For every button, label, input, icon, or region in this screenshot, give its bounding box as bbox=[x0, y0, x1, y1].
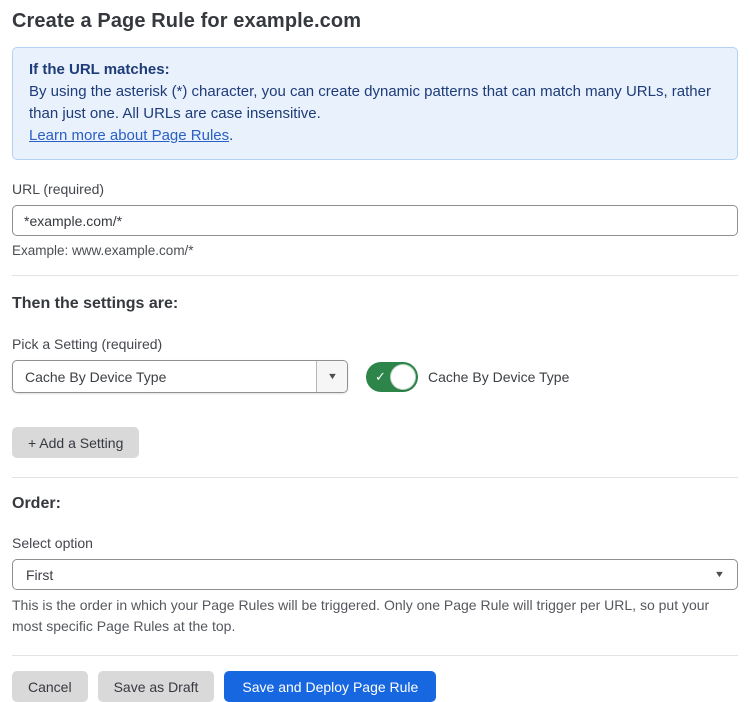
callout-link-line: Learn more about Page Rules. bbox=[29, 125, 721, 147]
order-select-label: Select option bbox=[12, 535, 738, 552]
setting-select-value: Cache By Device Type bbox=[13, 361, 316, 392]
footer-actions: Cancel Save as Draft Save and Deploy Pag… bbox=[12, 671, 738, 702]
save-and-deploy-button[interactable]: Save and Deploy Page Rule bbox=[224, 671, 436, 702]
page-title: Create a Page Rule for example.com bbox=[12, 8, 738, 34]
toggle-knob bbox=[390, 364, 416, 390]
order-select[interactable]: First ▼ bbox=[12, 559, 738, 590]
order-help-text: This is the order in which your Page Rul… bbox=[12, 595, 728, 637]
url-field-label: URL (required) bbox=[12, 181, 738, 198]
save-as-draft-button[interactable]: Save as Draft bbox=[98, 671, 215, 702]
learn-more-link[interactable]: Learn more about Page Rules bbox=[29, 127, 229, 144]
callout-heading: If the URL matches: bbox=[29, 59, 721, 81]
setting-select[interactable]: Cache By Device Type ▼ bbox=[12, 360, 348, 393]
add-setting-button[interactable]: + Add a Setting bbox=[12, 427, 139, 458]
callout-body: By using the asterisk (*) character, you… bbox=[29, 81, 721, 125]
order-section-heading: Order: bbox=[12, 494, 738, 513]
callout-link-suffix: . bbox=[229, 127, 233, 144]
chevron-down-icon: ▼ bbox=[714, 570, 725, 579]
url-input[interactable] bbox=[12, 205, 738, 236]
cancel-button[interactable]: Cancel bbox=[12, 671, 88, 702]
url-matches-callout: If the URL matches: By using the asteris… bbox=[12, 47, 738, 160]
setting-select-arrow-button[interactable]: ▼ bbox=[316, 361, 347, 392]
check-icon: ✓ bbox=[375, 369, 386, 385]
setting-toggle-group: ✓ Cache By Device Type bbox=[366, 362, 569, 392]
toggle-label: Cache By Device Type bbox=[428, 369, 569, 385]
cache-by-device-type-toggle[interactable]: ✓ bbox=[366, 362, 418, 392]
divider bbox=[12, 655, 738, 656]
settings-section-heading: Then the settings are: bbox=[12, 294, 738, 313]
order-select-value: First bbox=[26, 567, 715, 583]
url-example-hint: Example: www.example.com/* bbox=[12, 243, 738, 258]
setting-picker-label: Pick a Setting (required) bbox=[12, 336, 738, 353]
chevron-down-icon: ▼ bbox=[326, 372, 337, 381]
setting-row: Cache By Device Type ▼ ✓ Cache By Device… bbox=[12, 360, 738, 393]
divider bbox=[12, 275, 738, 276]
divider bbox=[12, 477, 738, 478]
create-page-rule-form: Create a Page Rule for example.com If th… bbox=[0, 0, 750, 702]
